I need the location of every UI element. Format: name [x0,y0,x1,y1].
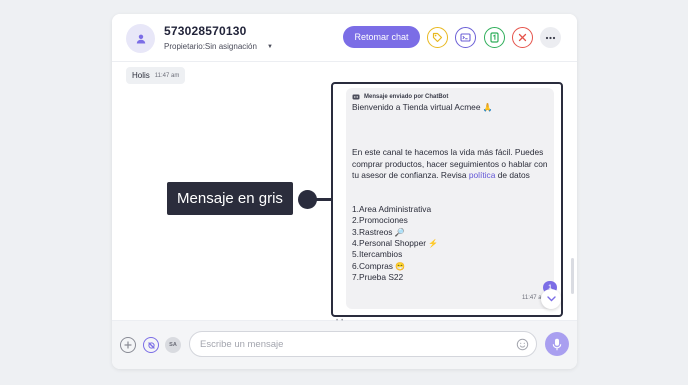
contact-phone: 573028570130 [164,24,247,38]
annotation-dot [298,190,317,209]
person-icon [136,34,145,43]
chevron-down-icon [546,296,556,302]
plus-icon [124,341,132,349]
close-icon [518,33,527,42]
owner-label: Propietario:Sin asignación [164,42,257,51]
bot-message-time: 11:47 a [522,295,542,301]
contact-avatar[interactable] [126,24,155,53]
chat-header: 573028570130 Propietario:Sin asignación … [112,14,577,62]
tag-button[interactable] [427,27,448,48]
greeting-text: Bienvenido a Tienda virtual Acmee [352,102,481,112]
highlight-frame: Mensaje enviado por ChatBot Bienvenido a… [331,82,563,317]
smile-emoji-icon: 😁 [395,261,406,271]
option-item: 5.Itercambios [352,249,403,260]
microphone-icon [552,338,562,350]
annotation-label: Mensaje en gris [167,182,293,215]
quick-reply-button[interactable] [143,337,159,353]
option-item: 7.Prueba S22 [352,271,404,282]
prayer-emoji-icon: 🙏 [482,103,493,112]
more-button[interactable] [540,27,561,48]
message-input-wrapper [189,331,537,357]
option-item: 4.Personal Shopper ⚡ [352,238,439,249]
option-item: 1.Area Administrativa [352,204,432,215]
intro-end-text: de datos [497,169,530,180]
resize-grip-icon[interactable]: •• [336,318,346,324]
incoming-message: Holis 11:47 am [126,67,186,84]
owner-selector[interactable]: Propietario:Sin asignación ▼ [164,42,273,51]
bot-header-text: Mensaje enviado por ChatBot [364,93,449,100]
bot-greeting: Bienvenido a Tienda virtual Acmee 🙏 [352,102,548,113]
bot-message: Mensaje enviado por ChatBot Bienvenido a… [346,88,554,309]
bot-intro: En este canal te hacemos la vida más fác… [352,147,548,181]
terminal-button[interactable] [455,27,476,48]
option-item: 6.Compras 😁 [352,260,406,271]
chat-scrollbar[interactable] [571,258,574,294]
message-input[interactable] [200,337,510,351]
message-time: 11:47 am [154,72,180,79]
tag-icon [432,32,443,43]
more-icon [545,36,556,39]
composer-bar: SA [112,320,577,369]
option-item: 3.Rastreos 🔎 [352,226,405,237]
chevron-down-icon: ▼ [266,43,273,50]
search-emoji-icon: 🔎 [394,227,405,237]
lightning-emoji-icon: ⚡ [428,239,439,249]
message-text: Holis [132,71,150,80]
agent-avatar[interactable]: SA [165,337,181,353]
menu-options: 1.Area Administrativa 2.Promociones 3.Ra… [352,204,548,283]
retomar-chat-button[interactable]: Retomar chat [343,26,420,48]
microphone-button[interactable] [545,332,569,356]
politica-link[interactable]: política [469,170,496,180]
robot-icon [352,94,360,100]
close-chat-button[interactable] [512,27,533,48]
scroll-down-button[interactable] [541,289,561,309]
whatsapp-icon [490,32,499,43]
whatsapp-button[interactable] [484,27,505,48]
add-attachment-button[interactable] [120,337,136,353]
emoji-icon[interactable] [516,338,529,351]
bot-message-header: Mensaje enviado por ChatBot [352,93,548,100]
terminal-icon [460,33,471,42]
lightning-circle-icon [147,341,155,349]
option-item: 2.Promociones [352,215,408,226]
